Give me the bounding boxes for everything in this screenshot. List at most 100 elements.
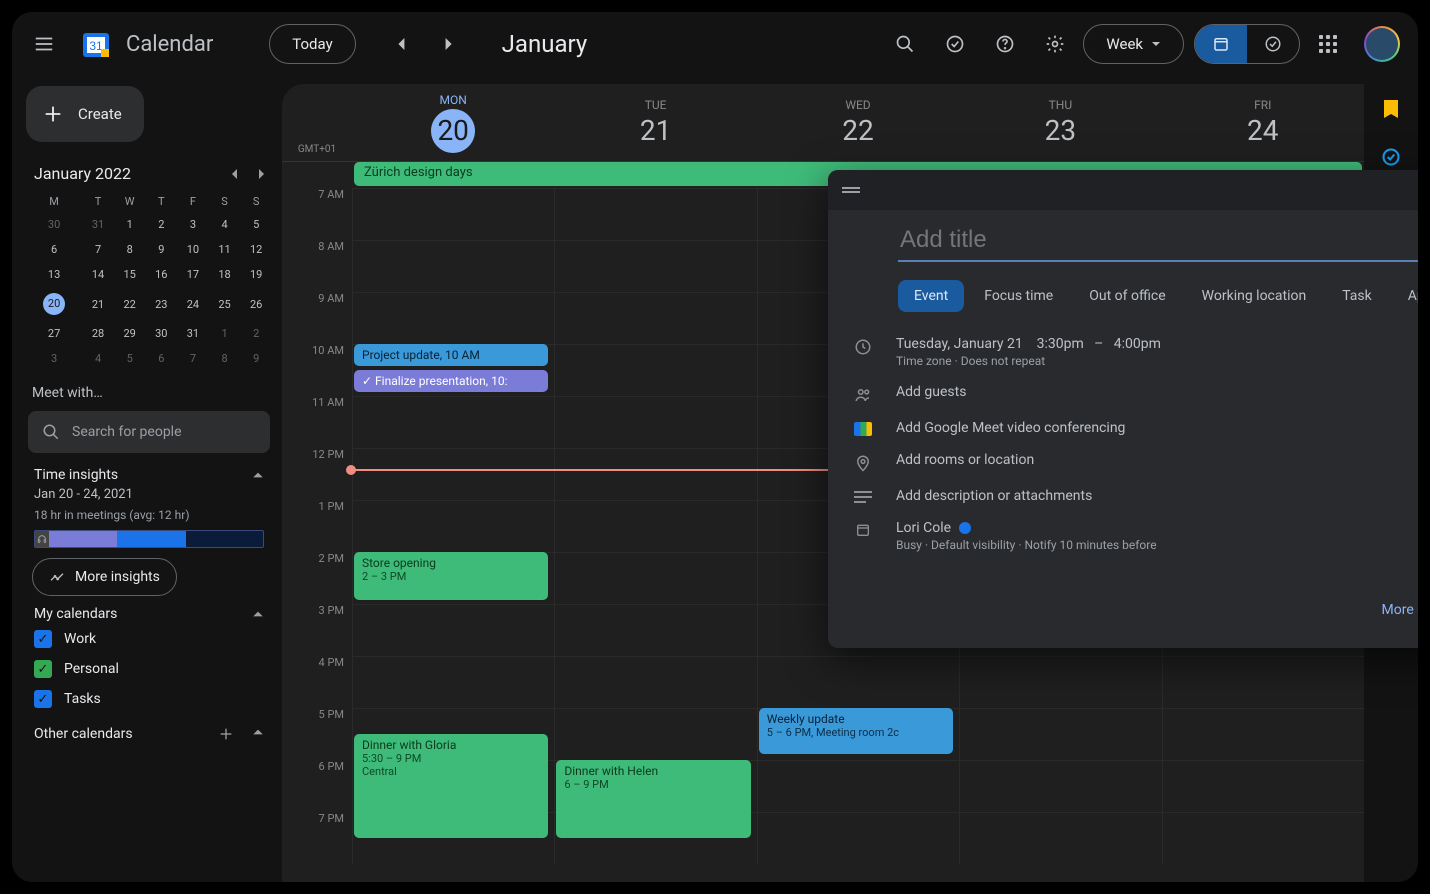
calendar-event[interactable]: Project update, 10 AM <box>354 344 548 366</box>
mini-day[interactable]: 22 <box>114 287 146 321</box>
other-calendars-header[interactable]: Other calendars <box>26 714 272 750</box>
day-header[interactable]: TUE21 <box>554 84 756 161</box>
mini-day[interactable]: 30 <box>145 321 177 346</box>
mini-day[interactable]: 6 <box>26 237 82 262</box>
search-icon[interactable] <box>883 22 927 66</box>
keep-icon[interactable] <box>1380 100 1402 122</box>
add-calendar-button[interactable] <box>218 726 234 742</box>
calendar-event[interactable]: Dinner with Gloria5:30 – 9 PMCentral <box>354 734 548 838</box>
mini-day[interactable]: 13 <box>26 262 82 287</box>
mini-day[interactable]: 31 <box>177 321 209 346</box>
mini-day[interactable]: 28 <box>82 321 114 346</box>
mini-day[interactable]: 9 <box>145 237 177 262</box>
mini-day[interactable]: 7 <box>82 237 114 262</box>
calendar-toggle[interactable]: ✓Personal <box>26 654 272 684</box>
mini-day[interactable]: 8 <box>114 237 146 262</box>
calendar-event[interactable]: ✓ Finalize presentation, 10: <box>354 370 548 392</box>
mini-day[interactable]: 14 <box>82 262 114 287</box>
mini-next-button[interactable] <box>256 169 266 179</box>
add-location-row[interactable]: Add rooms or location <box>850 444 1418 480</box>
event-title-input[interactable] <box>898 220 1418 262</box>
mini-day[interactable]: 10 <box>177 237 209 262</box>
mini-day[interactable]: 15 <box>114 262 146 287</box>
next-period-button[interactable] <box>426 22 470 66</box>
tasks-panel-icon[interactable] <box>1380 146 1402 168</box>
more-insights-button[interactable]: More insights <box>32 558 177 596</box>
tasks-mode-button[interactable] <box>1247 25 1299 63</box>
mini-day[interactable]: 1 <box>209 321 241 346</box>
mini-day[interactable]: 4 <box>82 346 114 371</box>
mini-day[interactable]: 19 <box>240 262 272 287</box>
add-meet-row[interactable]: Add Google Meet video conferencing <box>850 412 1418 444</box>
mini-day[interactable]: 18 <box>209 262 241 287</box>
search-icon <box>42 423 60 441</box>
event-type-tab[interactable]: Out of office <box>1073 280 1181 312</box>
event-type-tab[interactable]: Focus time <box>968 280 1069 312</box>
mini-day[interactable]: 9 <box>240 346 272 371</box>
mini-day[interactable]: 1 <box>114 212 146 237</box>
mini-day[interactable]: 21 <box>82 287 114 321</box>
google-apps-icon[interactable] <box>1306 22 1350 66</box>
ti-range: Jan 20 - 24, 2021 <box>26 485 272 504</box>
mini-day[interactable]: 8 <box>209 346 241 371</box>
calendar-owner-row[interactable]: Lori Cole Busy · Default visibility · No… <box>850 512 1418 560</box>
mini-day[interactable]: 16 <box>145 262 177 287</box>
calendar-event[interactable]: Weekly update5 – 6 PM, Meeting room 2c <box>759 708 953 754</box>
prev-period-button[interactable] <box>380 22 424 66</box>
account-avatar[interactable] <box>1364 26 1400 62</box>
event-type-tab[interactable]: Appointment schedule <box>1392 280 1418 312</box>
mini-prev-button[interactable] <box>230 169 240 179</box>
expand-other-button[interactable] <box>252 726 264 742</box>
add-guests-row[interactable]: Add guests <box>850 376 1418 412</box>
mini-day[interactable]: 2 <box>240 321 272 346</box>
mini-day[interactable]: 11 <box>209 237 241 262</box>
mini-day[interactable]: 12 <box>240 237 272 262</box>
time-insights-header[interactable]: Time insights <box>26 457 272 485</box>
calendar-event[interactable]: Dinner with Helen6 – 9 PM <box>556 760 750 838</box>
mini-day[interactable]: 23 <box>145 287 177 321</box>
calendar-toggle[interactable]: ✓Work <box>26 624 272 654</box>
mini-day[interactable]: 4 <box>209 212 241 237</box>
mini-day[interactable]: 27 <box>26 321 82 346</box>
mini-day[interactable]: 5 <box>240 212 272 237</box>
meet-with-label: Meet with… <box>26 371 272 407</box>
more-options-button[interactable]: More options <box>1382 602 1418 618</box>
mini-day[interactable]: 26 <box>240 287 272 321</box>
mini-day[interactable]: 31 <box>82 212 114 237</box>
settings-gear-icon[interactable] <box>1033 22 1077 66</box>
add-description-row[interactable]: Add description or attachments <box>850 480 1418 512</box>
mini-day[interactable]: 24 <box>177 287 209 321</box>
mini-day[interactable]: 25 <box>209 287 241 321</box>
tasks-check-icon[interactable] <box>933 22 977 66</box>
event-type-tab[interactable]: Task <box>1326 280 1388 312</box>
my-calendars-header[interactable]: My calendars <box>26 596 272 624</box>
mini-day[interactable]: 6 <box>145 346 177 371</box>
mini-day[interactable]: 29 <box>114 321 146 346</box>
event-type-tab[interactable]: Event <box>898 280 964 312</box>
mini-day[interactable]: 17 <box>177 262 209 287</box>
mini-day[interactable]: 3 <box>177 212 209 237</box>
drag-handle-icon[interactable] <box>842 185 860 195</box>
mini-day[interactable]: 5 <box>114 346 146 371</box>
today-button[interactable]: Today <box>269 24 355 64</box>
mini-day[interactable]: 2 <box>145 212 177 237</box>
main-menu-icon[interactable] <box>22 22 66 66</box>
mini-day[interactable]: 30 <box>26 212 82 237</box>
ti-meeting-hours: 18 hr in meetings (avg: 12 hr) <box>26 504 272 530</box>
calendar-mode-button[interactable] <box>1195 25 1247 63</box>
day-header[interactable]: FRI24 <box>1162 84 1364 161</box>
help-icon[interactable] <box>983 22 1027 66</box>
mini-day[interactable]: 7 <box>177 346 209 371</box>
search-people-input[interactable]: Search for people <box>28 411 270 453</box>
mini-day[interactable]: 20 <box>26 287 82 321</box>
day-header[interactable]: WED22 <box>757 84 959 161</box>
calendar-toggle[interactable]: ✓Tasks <box>26 684 272 714</box>
mini-day[interactable]: 3 <box>26 346 82 371</box>
calendar-event[interactable]: Store opening2 – 3 PM <box>354 552 548 600</box>
create-button[interactable]: Create <box>26 86 144 142</box>
event-type-tab[interactable]: Working location <box>1186 280 1323 312</box>
event-time-row[interactable]: Tuesday, January 21 3:30pm – 4:00pm Time… <box>896 336 1161 368</box>
day-header[interactable]: THU23 <box>959 84 1161 161</box>
day-header[interactable]: MON20 <box>352 84 554 161</box>
view-switcher[interactable]: Week <box>1083 24 1184 64</box>
